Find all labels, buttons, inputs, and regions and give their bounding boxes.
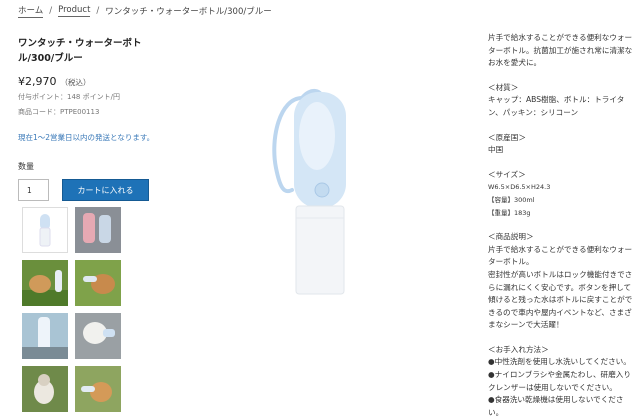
- product-thumbnail[interactable]: [75, 366, 121, 412]
- product-thumbnail[interactable]: [22, 366, 68, 412]
- breadcrumb: ホーム / Product / ワンタッチ・ウォーターボトル/300/ブルー: [18, 4, 272, 18]
- weight-text: 【重量】183g: [488, 208, 531, 217]
- product-thumbnail[interactable]: [22, 260, 68, 306]
- product-thumbnail[interactable]: [22, 313, 68, 359]
- capacity-text: 【容量】300ml: [488, 195, 535, 204]
- breadcrumb-current: ワンタッチ・ウォーターボトル/300/ブルー: [105, 7, 272, 17]
- quantity-label: 数量: [18, 162, 34, 171]
- breadcrumb-separator: /: [96, 6, 100, 16]
- size-heading: ＜サイズ＞: [488, 169, 526, 179]
- origin-heading: ＜原産国＞: [488, 132, 526, 142]
- size-text: W6.5×D6.5×H24.3: [488, 183, 551, 192]
- breadcrumb-product[interactable]: Product: [58, 5, 91, 17]
- care-item-2: ●ナイロンブラシや金属たわし、研磨入りクレンザーは使用しないでください。: [488, 370, 631, 392]
- material-heading: ＜材質＞: [488, 82, 519, 92]
- product-thumbnail[interactable]: [22, 207, 68, 253]
- tax-note: （税込）: [60, 78, 91, 87]
- care-item-1: ●中性洗剤を使用し水洗いしてください。: [488, 357, 631, 367]
- origin-text: 中国: [488, 145, 504, 155]
- product-info: ワンタッチ・ウォーターボトル/300/ブルー ¥2,970 （税込） 付与ポイント…: [18, 36, 168, 201]
- breadcrumb-separator: /: [49, 6, 53, 16]
- product-title: ワンタッチ・ウォーターボトル/300/ブルー: [18, 38, 142, 64]
- description-intro: 片手で給水することができる便利なウォーターボトル。抗菌加工が施され常に清潔なお水…: [488, 33, 633, 68]
- care-heading: ＜お手入れ方法＞: [488, 344, 549, 354]
- product-bottle-image: [262, 78, 362, 298]
- quantity-input[interactable]: 1: [18, 179, 49, 201]
- shipping-notice: 現在1〜2営業日以内の発送となります。: [18, 133, 155, 142]
- product-description: 片手で給水することができる便利なウォーターボトル。抗菌加工が施され常に清潔なお水…: [488, 32, 634, 419]
- details-text-2: 密封性が高いボトルはロック機能付きでさらに漏れにくく安心です。ボタンを押して傾け…: [488, 269, 633, 330]
- material-text: キャップ：ABS樹脂、ボトル：トライタン、パッキン：シリコーン: [488, 95, 625, 117]
- details-text-1: 片手で給水することができる便利なウォーターボトル。: [488, 244, 633, 267]
- breadcrumb-home[interactable]: ホーム: [18, 4, 44, 18]
- product-thumbnail[interactable]: [75, 313, 121, 359]
- product-thumbnail[interactable]: [75, 207, 121, 253]
- price-value: ¥2,970: [18, 75, 57, 88]
- price: ¥2,970 （税込）: [18, 75, 168, 88]
- thumbnail-gallery: [22, 207, 121, 412]
- points-text: 付与ポイント：148 ポイント/円: [18, 93, 120, 101]
- add-to-cart-button[interactable]: カートに入れる: [62, 179, 149, 201]
- product-thumbnail[interactable]: [75, 260, 121, 306]
- details-heading: ＜商品説明＞: [488, 232, 534, 242]
- product-code: 商品コード：PTPE00113: [18, 108, 100, 116]
- care-item-3: ●食器洗い乾燥機は使用しないでください。: [488, 395, 624, 417]
